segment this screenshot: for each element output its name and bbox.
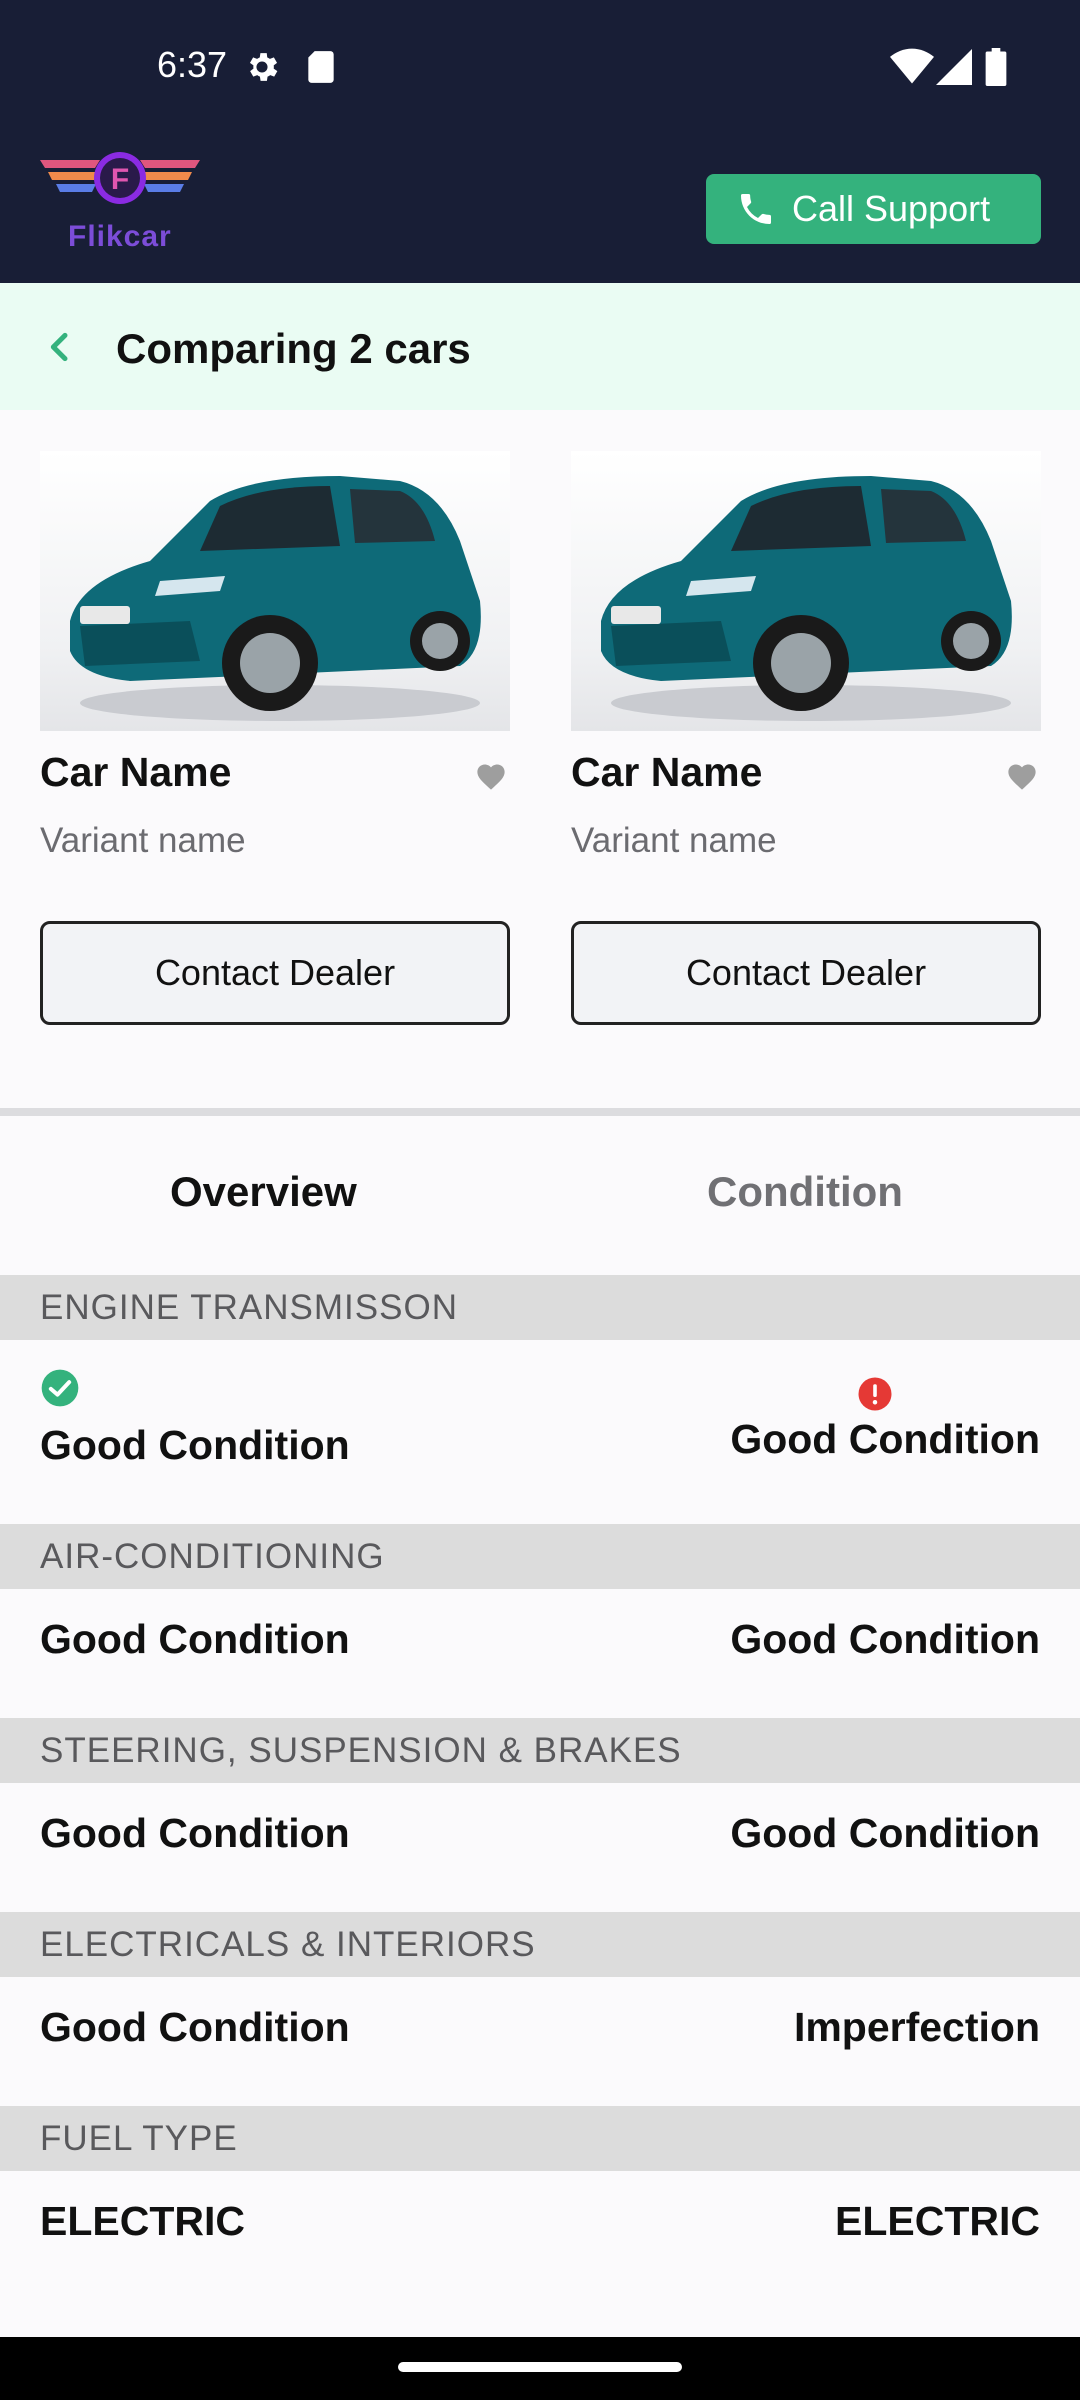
signal-icon [936,49,972,85]
contact-dealer-button[interactable]: Contact Dealer [571,921,1041,1025]
section-title: ENGINE TRANSMISSON [40,1288,458,1327]
heart-icon[interactable] [1005,761,1039,791]
svg-text:F: F [111,163,129,196]
tab-condition[interactable]: Condition [707,1168,903,1216]
electricals-left-value: Good Condition [40,2004,350,2050]
sd-card-icon [308,51,334,83]
app-header: 6:37 F Flikcar Call Support [0,0,1080,283]
status-time: 6:37 [157,44,228,85]
car-name: Car Name [40,749,232,795]
wifi-icon [890,48,934,84]
ac-left-value: Good Condition [40,1616,350,1662]
car-name: Car Name [571,749,763,795]
car-card-1: Car Name Variant name Contact Dealer [40,451,510,1025]
section-header-engine: ENGINE TRANSMISSON [0,1275,1080,1340]
divider [0,1108,1080,1116]
home-gesture-pill[interactable] [398,2362,682,2372]
check-circle-icon [41,1369,79,1407]
section-title: STEERING, SUSPENSION & BRAKES [40,1731,682,1770]
car-image[interactable] [571,451,1041,731]
call-support-button[interactable]: Call Support [706,174,1041,244]
section-title: ELECTRICALS & INTERIORS [40,1925,536,1964]
car-card-2: Car Name Variant name Contact Dealer [571,451,1041,1025]
section-header-electricals: ELECTRICALS & INTERIORS [0,1912,1080,1977]
section-title: FUEL TYPE [40,2119,238,2158]
battery-icon [985,48,1007,86]
back-arrow-icon[interactable] [40,323,80,371]
engine-left-value: Good Condition [40,1422,350,1468]
title-bar: Comparing 2 cars [0,283,1080,410]
electricals-right-value: Imperfection [793,2004,1040,2050]
logo-text: Flikcar [68,220,172,253]
fuel-right-value: ELECTRIC [835,2198,1040,2244]
ac-right-value: Good Condition [730,1616,1040,1662]
section-title: AIR-CONDITIONING [40,1537,385,1576]
section-header-fuel: FUEL TYPE [0,2106,1080,2171]
status-bar: 6:37 [0,0,1080,136]
section-header-steering: STEERING, SUSPENSION & BRAKES [0,1718,1080,1783]
steering-left-value: Good Condition [40,1810,350,1856]
call-support-label: Call Support [792,188,991,229]
steering-right-value: Good Condition [730,1810,1040,1856]
variant-name: Variant name [40,821,246,860]
settings-icon [249,53,278,81]
variant-name: Variant name [571,821,777,860]
page-title: Comparing 2 cars [116,325,471,372]
flikcar-logo: F Flikcar [40,150,200,253]
tab-overview[interactable]: Overview [170,1168,357,1216]
fuel-left-value: ELECTRIC [40,2198,245,2244]
section-header-ac: AIR-CONDITIONING [0,1524,1080,1589]
car-image[interactable] [40,451,510,731]
engine-right-value: Good Condition [730,1416,1040,1462]
alert-circle-icon [858,1377,892,1411]
heart-icon[interactable] [474,761,508,791]
phone-icon [741,194,771,224]
contact-dealer-button[interactable]: Contact Dealer [40,921,510,1025]
